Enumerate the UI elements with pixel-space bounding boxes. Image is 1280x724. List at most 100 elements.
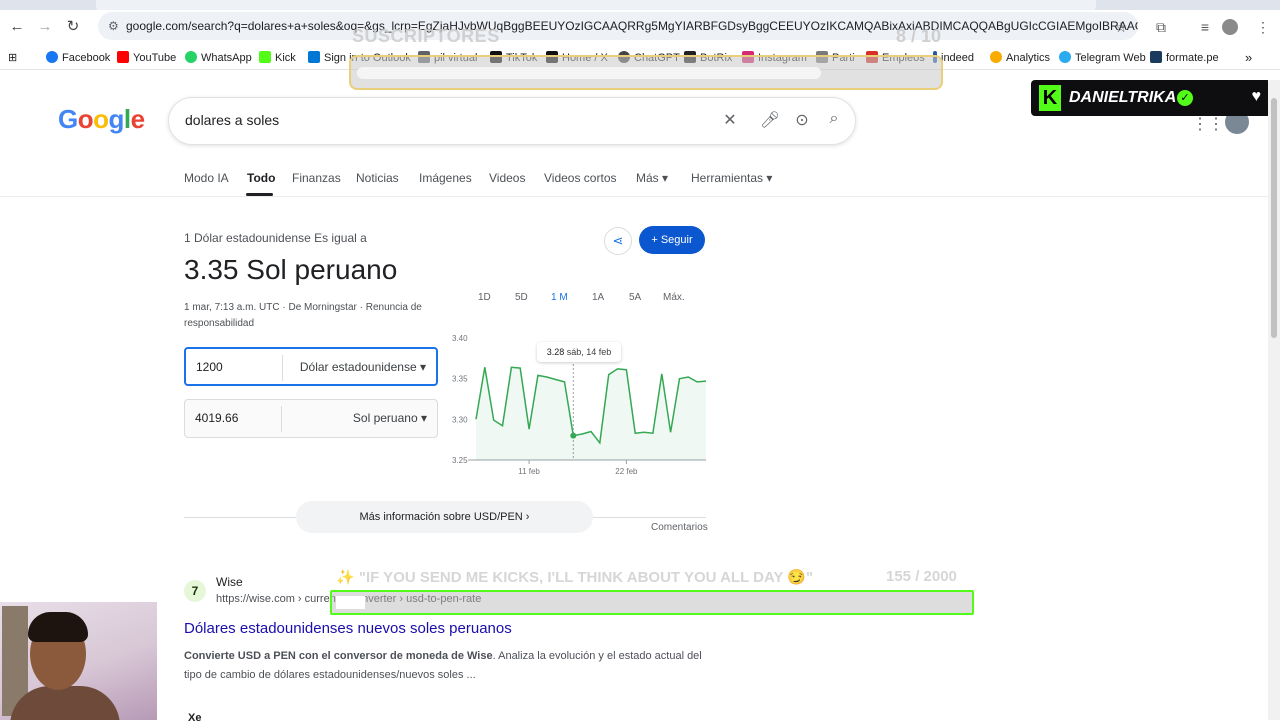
- bookmark-whatsapp[interactable]: WhatsApp: [185, 50, 252, 66]
- lens-icon[interactable]: ⊙: [791, 110, 813, 130]
- y-tick-label: 3.30: [452, 415, 468, 424]
- subscribers-goal-fill: [357, 67, 821, 79]
- bookmark-star-icon[interactable]: ☆: [1110, 16, 1132, 38]
- next-result-site[interactable]: Xe: [188, 712, 201, 724]
- tab-imagenes[interactable]: Imágenes: [419, 171, 472, 185]
- tab-todo[interactable]: Todo: [247, 171, 275, 185]
- to-currency-label: Sol peruano: [352, 411, 418, 425]
- streamer-badge: K DANIELTRIKA ✓ ♥: [1031, 80, 1271, 116]
- site-info-icon[interactable]: ⚙: [108, 12, 119, 40]
- y-tick-label: 3.40: [452, 334, 468, 343]
- google-logo[interactable]: Google: [58, 104, 145, 135]
- search-input[interactable]: dolares a soles: [185, 112, 279, 128]
- wise-favicon-icon[interactable]: 7: [184, 580, 206, 602]
- follow-button[interactable]: + Seguir: [639, 226, 705, 254]
- range-5d[interactable]: 5D: [515, 292, 528, 303]
- more-info-button[interactable]: Más información sobre USD/PEN ›: [296, 501, 593, 533]
- range-1a[interactable]: 1A: [592, 292, 604, 303]
- bookmark-formate[interactable]: formate.pe: [1150, 50, 1219, 66]
- bookmark-label: indeed: [941, 52, 975, 64]
- dropdown-arrow-icon: ▾: [420, 411, 427, 425]
- whatsapp-icon: [185, 51, 197, 63]
- from-currency-select[interactable]: Dólar estadounidense ▾: [300, 360, 426, 374]
- bookmark-label: Telegram Web: [1075, 52, 1146, 64]
- series-area: [476, 367, 706, 460]
- media-icon[interactable]: ≡: [1194, 16, 1216, 38]
- bookmark-youtube[interactable]: YouTube: [117, 50, 176, 66]
- feedback-link[interactable]: Comentarios: [651, 522, 708, 533]
- highlight-point[interactable]: [570, 432, 577, 439]
- y-tick-label: 3.35: [452, 375, 468, 384]
- kick-icon: [259, 51, 271, 63]
- y-tick-label: 3.25: [452, 456, 468, 465]
- search-icon[interactable]: ⌕: [823, 110, 845, 128]
- from-amount-input[interactable]: 1200: [196, 360, 223, 374]
- tab-videos-cortos[interactable]: Videos cortos: [544, 171, 617, 185]
- page-scrollbar[interactable]: [1268, 80, 1280, 720]
- from-currency-field[interactable]: 1200 Dólar estadounidense ▾: [184, 347, 438, 386]
- range-5a[interactable]: 5A: [629, 292, 641, 303]
- kicks-goal-fill: [336, 596, 366, 609]
- bookmark-label: WhatsApp: [201, 52, 252, 64]
- divider: [184, 517, 296, 518]
- bookmark-label: Kick: [275, 52, 296, 64]
- tab-videos[interactable]: Videos: [489, 171, 525, 185]
- tooltip-date: sáb, 14 feb: [566, 347, 612, 357]
- divider: [593, 517, 706, 518]
- chart-tooltip: 3.28 sáb, 14 feb: [537, 342, 621, 362]
- tab-finanzas[interactable]: Finanzas: [292, 171, 341, 185]
- result-site-name[interactable]: Wise: [216, 575, 243, 589]
- reload-icon[interactable]: ↻: [62, 16, 84, 38]
- forward-icon[interactable]: →: [34, 16, 56, 38]
- tab-herramientas[interactable]: Herramientas ▾: [691, 171, 772, 185]
- tab-noticias[interactable]: Noticias: [356, 171, 399, 185]
- address-text: google.com/search?q=dolares+a+soles&oq=&…: [126, 19, 1138, 33]
- result-snippet: Convierte USD a PEN con el conversor de …: [184, 647, 704, 685]
- fx-meta: 1 mar, 7:13 a.m. UTC · De Morningstar · …: [184, 302, 422, 329]
- menu-kebab-icon[interactable]: ⋮: [1252, 16, 1274, 38]
- subscribers-goal-bar: [349, 55, 943, 90]
- result-title-link[interactable]: Dólares estadounidenses nuevos soles per…: [184, 620, 512, 637]
- scrollbar-thumb[interactable]: [1271, 98, 1277, 338]
- range-max[interactable]: Máx.: [663, 292, 685, 303]
- back-icon[interactable]: ←: [6, 16, 28, 38]
- x-tick-label: 22 feb: [615, 467, 638, 476]
- clear-icon[interactable]: ✕: [719, 110, 741, 130]
- search-box[interactable]: dolares a soles ✕ 🎤︎ ⊙ ⌕: [168, 97, 856, 145]
- kicks-goal-bar: [330, 590, 974, 615]
- telegram-icon: [1059, 51, 1071, 63]
- to-currency-field[interactable]: 4019.66 Sol peruano ▾: [184, 399, 438, 438]
- extensions-icon[interactable]: ⧉: [1150, 16, 1172, 38]
- facebook-icon: [46, 51, 58, 63]
- kicks-goal-text: ✨ "IF YOU SEND ME KICKS, I'LL THINK ABOU…: [336, 569, 814, 586]
- tooltip-value: 3.28: [546, 347, 565, 357]
- formate-icon: [1150, 51, 1162, 63]
- to-currency-select[interactable]: Sol peruano ▾: [353, 411, 427, 425]
- bookmark-label: Analytics: [1006, 52, 1051, 64]
- tab-modo-ia[interactable]: Modo IA: [184, 171, 229, 185]
- bookmark-facebook[interactable]: Facebook: [46, 50, 110, 66]
- range-1d[interactable]: 1D: [478, 292, 491, 303]
- bookmark-analytics[interactable]: Analytics: [990, 50, 1050, 66]
- range-1m[interactable]: 1 M: [551, 292, 568, 303]
- field-separator: [281, 406, 282, 432]
- microsoft-icon: [308, 51, 320, 63]
- dropdown-arrow-icon: ▾: [419, 360, 426, 374]
- profile-icon[interactable]: [1222, 19, 1238, 35]
- microphone-icon[interactable]: 🎤︎: [759, 110, 781, 130]
- bookmark-kick[interactable]: Kick: [259, 50, 296, 66]
- webcam-person-hair: [28, 612, 88, 642]
- webcam-feed: [0, 602, 157, 720]
- tabs-divider: [0, 196, 1280, 197]
- tab-mas[interactable]: Más ▾: [636, 171, 668, 185]
- more-bookmarks-icon[interactable]: »: [1245, 50, 1252, 66]
- field-separator: [282, 355, 283, 381]
- address-bar[interactable]: ⚙ google.com/search?q=dolares+a+soles&oq…: [98, 12, 1138, 40]
- youtube-icon: [117, 51, 129, 63]
- subscribers-goal-label: SUSCRIPTORES: [352, 26, 500, 46]
- kick-logo-icon: K: [1039, 85, 1061, 111]
- to-amount-input[interactable]: 4019.66: [195, 411, 238, 425]
- bookmark-telegram[interactable]: Telegram Web: [1059, 50, 1146, 66]
- share-icon[interactable]: ⋖: [604, 227, 632, 255]
- apps-grid-icon[interactable]: ⊞: [8, 50, 17, 66]
